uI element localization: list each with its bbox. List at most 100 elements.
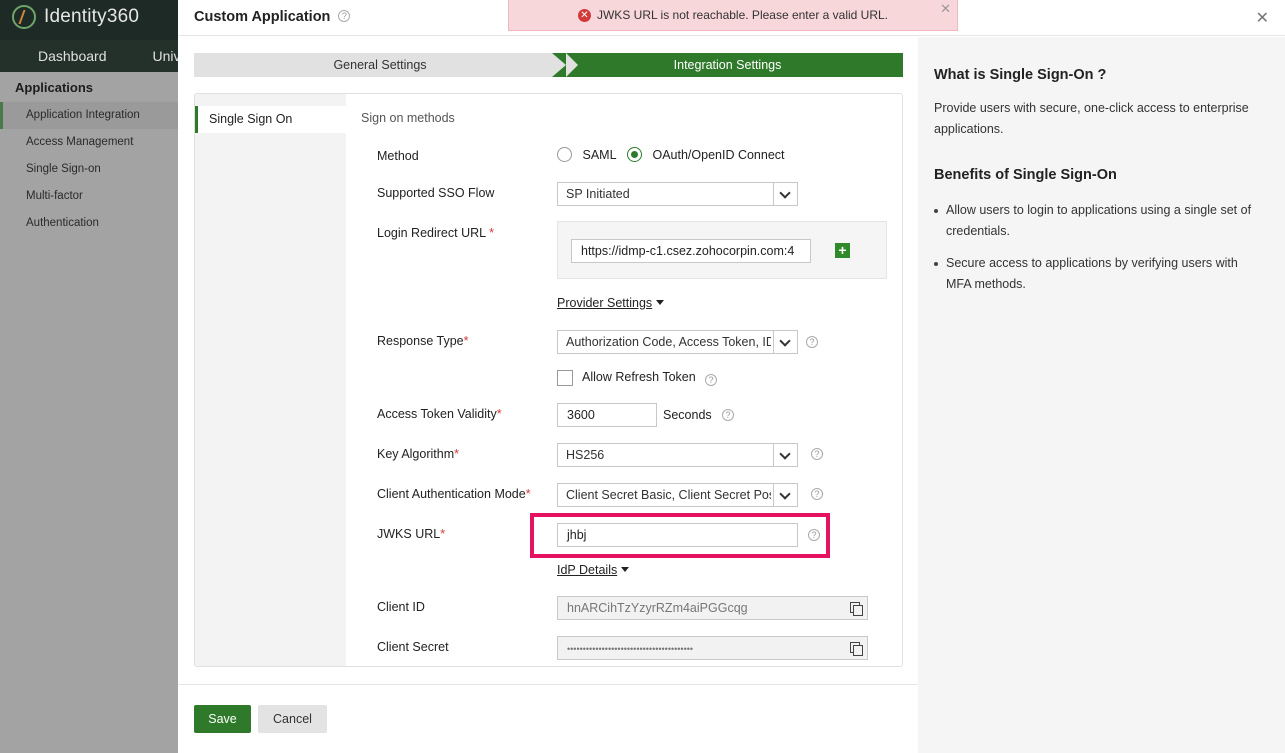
jwks-url-label: JWKS URL* — [377, 527, 445, 541]
error-toast: ✕ JWKS URL is not reachable. Please ente… — [508, 0, 958, 31]
client-auth-value: Client Secret Basic, Client Secret Post — [566, 488, 771, 502]
redirect-url-label: Login Redirect URL * — [377, 226, 494, 240]
jwks-url-label-text: JWKS URL — [377, 527, 441, 541]
sso-flow-select[interactable]: SP Initiated — [557, 182, 798, 206]
modal-title-text: Custom Application — [194, 9, 331, 25]
sidebar: Applications Application Integration Acc… — [0, 72, 178, 753]
nav-dashboard[interactable]: Dashboard — [38, 48, 107, 64]
client-auth-label: Client Authentication Mode* — [377, 487, 531, 501]
token-validity-input[interactable]: 3600 — [557, 403, 657, 427]
help-icon[interactable]: ? — [705, 374, 717, 386]
chevron-down-icon — [773, 444, 797, 466]
toast-close-icon[interactable]: ✕ — [940, 1, 951, 17]
sidebar-item-access-management[interactable]: Access Management — [0, 129, 178, 156]
wizard-steps: General Settings Integration Settings — [194, 53, 903, 77]
info-heading-what: What is Single Sign-On ? — [934, 67, 1107, 83]
redirect-url-box: https://idmp-c1.csez.zohocorpin.com:4 + — [557, 221, 887, 279]
app-logo: Identity360 — [12, 4, 139, 30]
client-secret-value: •••••••••••••••••••••••••••••••••••••••• — [567, 644, 694, 654]
form-panel: Single Sign On Sign on methods Method SA… — [194, 93, 903, 667]
sso-flow-value: SP Initiated — [566, 187, 630, 201]
required-mark: * — [454, 447, 459, 461]
chevron-down-icon — [773, 331, 797, 353]
oauth-radio[interactable] — [627, 147, 642, 162]
required-mark: * — [489, 226, 494, 240]
sidebar-heading: Applications — [15, 80, 94, 95]
key-algorithm-label-text: Key Algorithm — [377, 447, 455, 461]
close-icon[interactable]: ✕ — [1256, 8, 1269, 28]
token-validity-label: Access Token Validity* — [377, 407, 502, 421]
response-type-label: Response Type* — [377, 334, 469, 348]
info-heading-benefits: Benefits of Single Sign-On — [934, 167, 1117, 183]
caret-down-icon — [621, 567, 630, 572]
method-option-oauth[interactable]: OAuth/OpenID Connect — [627, 147, 785, 162]
required-mark: * — [525, 487, 531, 501]
client-id-input[interactable]: hnARCihTzYzyrRZm4aiPGGcqg — [557, 596, 868, 620]
refresh-token-checkbox[interactable] — [557, 370, 573, 386]
client-auth-select[interactable]: Client Secret Basic, Client Secret Post — [557, 483, 798, 507]
help-icon[interactable]: ? — [811, 488, 823, 500]
token-validity-label-text: Access Token Validity — [377, 407, 497, 421]
sidebar-item-mfa[interactable]: Multi-factor Authentication — [0, 183, 178, 229]
response-type-label-text: Response Type — [377, 334, 464, 348]
help-icon[interactable]: ? — [338, 10, 351, 22]
info-paragraph: Provide users with secure, one-click acc… — [934, 101, 1249, 136]
idp-details-text: IdP Details — [557, 563, 618, 577]
method-label: Method — [377, 149, 419, 163]
error-icon: ✕ — [577, 8, 591, 22]
cancel-button[interactable]: Cancel — [258, 705, 327, 733]
help-icon[interactable]: ? — [722, 409, 734, 421]
provider-settings-link[interactable]: Provider Settings — [557, 296, 665, 310]
saml-radio[interactable] — [557, 147, 572, 162]
list-item: Allow users to login to applications usi… — [934, 200, 1264, 242]
panel-main: Sign on methods Method SAML OAuth/OpenID… — [346, 94, 902, 666]
sidebar-item-application-integration[interactable]: Application Integration — [0, 102, 178, 129]
key-algorithm-select[interactable]: HS256 — [557, 443, 798, 467]
add-icon[interactable]: + — [835, 243, 850, 258]
nav-universal[interactable]: Univ — [153, 48, 181, 64]
chevron-down-icon — [773, 484, 797, 506]
response-type-value: Authorization Code, Access Token, ID — [566, 335, 771, 349]
caret-down-icon — [656, 300, 665, 305]
method-option-saml[interactable]: SAML — [557, 147, 617, 162]
copy-icon[interactable] — [850, 642, 863, 656]
key-algorithm-value: HS256 — [566, 448, 605, 462]
saml-label: SAML — [582, 148, 617, 162]
provider-settings-text: Provider Settings — [557, 296, 653, 310]
modal-title: Custom Application? — [194, 9, 351, 25]
required-mark: * — [496, 407, 502, 421]
step-integration-settings[interactable]: Integration Settings — [552, 53, 903, 77]
info-panel: What is Single Sign-On ? Provide users w… — [918, 37, 1285, 753]
app-name: Identity360 — [44, 6, 140, 27]
idp-details-link[interactable]: IdP Details — [557, 563, 630, 577]
help-icon[interactable]: ? — [811, 448, 823, 460]
token-validity-unit: Seconds — [663, 408, 712, 422]
toast-message: JWKS URL is not reachable. Please enter … — [596, 8, 889, 22]
custom-application-modal: Custom Application? ✕ ✕ JWKS URL is not … — [178, 0, 1285, 753]
jwks-highlight-box — [530, 513, 830, 558]
required-mark: * — [440, 527, 446, 541]
client-secret-input[interactable]: •••••••••••••••••••••••••••••••••••••••• — [557, 636, 868, 660]
redirect-url-label-text: Login Redirect URL — [377, 226, 486, 240]
identity360-logo-icon — [12, 5, 36, 29]
sso-flow-label: Supported SSO Flow — [377, 186, 495, 200]
chevron-down-icon — [773, 183, 797, 205]
tab-single-sign-on[interactable]: Single Sign On — [195, 106, 346, 133]
refresh-token-label: Allow Refresh Token — [582, 370, 696, 384]
section-title: Sign on methods — [361, 111, 455, 125]
sidebar-item-single-sign-on[interactable]: Single Sign-on — [0, 156, 178, 183]
save-button[interactable]: Save — [194, 705, 251, 733]
response-type-select[interactable]: Authorization Code, Access Token, ID — [557, 330, 798, 354]
client-auth-label-text: Client Authentication Mode — [377, 487, 526, 501]
required-mark: * — [463, 334, 469, 348]
client-id-value: hnARCihTzYzyrRZm4aiPGGcqg — [567, 601, 748, 615]
help-icon[interactable]: ? — [806, 336, 818, 348]
benefits-list: Allow users to login to applications usi… — [934, 200, 1264, 306]
step-general-settings[interactable]: General Settings — [194, 53, 578, 77]
client-secret-label: Client Secret — [377, 640, 449, 654]
key-algorithm-label: Key Algorithm* — [377, 447, 459, 461]
redirect-url-input[interactable]: https://idmp-c1.csez.zohocorpin.com:4 — [571, 239, 811, 263]
list-item: Secure access to applications by verifyi… — [934, 253, 1264, 295]
copy-icon[interactable] — [850, 602, 863, 616]
client-id-label: Client ID — [377, 600, 425, 614]
